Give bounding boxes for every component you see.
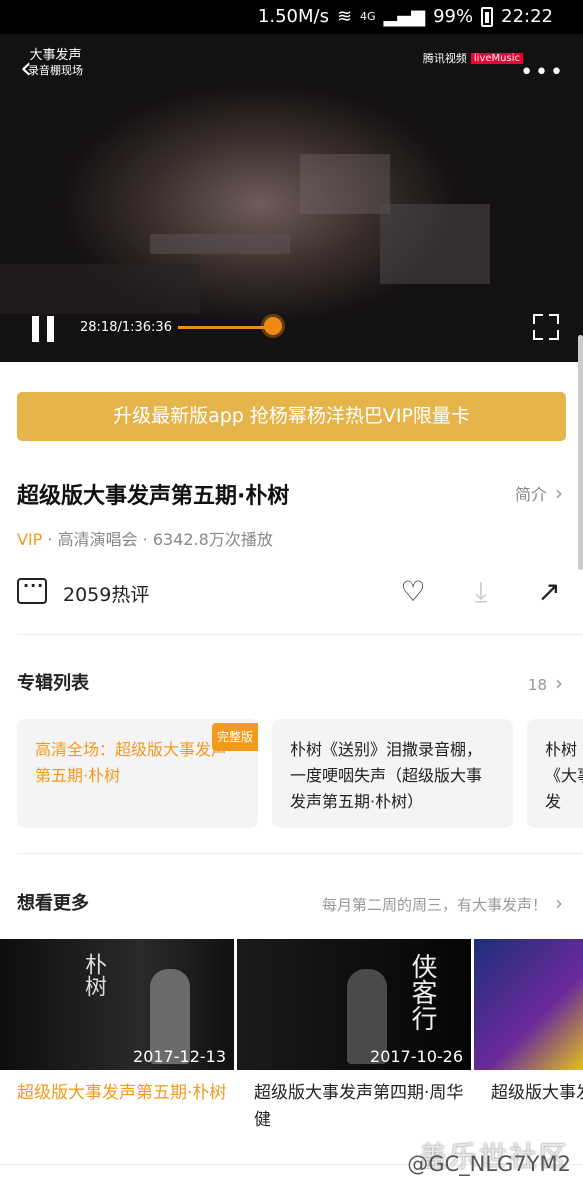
recommend-thumbnail: 侠客行 2017-10-26 xyxy=(237,939,471,1070)
intro-link[interactable]: 简介 › xyxy=(515,481,563,505)
watermark-user: @GC_NLG7YM2 xyxy=(407,1152,571,1176)
album-item-1[interactable]: 完整版 高清全场：超级版大事发声第五期·朴树 xyxy=(17,719,258,828)
video-title: 超级版大事发声第五期·朴树 xyxy=(17,484,290,509)
recommend-date: 2017-10-26 xyxy=(370,1047,463,1066)
battery-percent: 99% xyxy=(433,6,474,27)
chevron-right-icon: › xyxy=(555,671,563,695)
scrollbar[interactable] xyxy=(578,335,583,570)
album-count-link[interactable]: 18 › xyxy=(528,671,563,695)
intro-label: 简介 xyxy=(514,485,547,504)
action-row: 2059热评 ♡ ⤓ ↗ xyxy=(17,574,566,614)
more-sub-link[interactable]: 每月第二周的周三，有大事发声！ › xyxy=(322,891,563,915)
recommend-title: 超级版大事发 xyxy=(491,1083,583,1103)
wifi-icon: ≋ xyxy=(336,6,353,27)
show-logo-name: 大事发声 xyxy=(29,48,82,63)
album-item-title: 朴树《送别》泪撒录音棚，一度哽咽失声（超级版大事发声第五期·朴树） xyxy=(290,740,483,811)
fullscreen-icon[interactable] xyxy=(533,314,559,340)
album-item-2[interactable]: 朴树《送别》泪撒录音棚，一度哽咽失声（超级版大事发声第五期·朴树） xyxy=(272,719,513,828)
network-type: 4G xyxy=(360,10,376,23)
favorite-add-icon[interactable]: ♡ xyxy=(395,574,431,610)
divider xyxy=(17,853,583,854)
signal-icon: ▂▄▆ xyxy=(383,6,426,27)
album-count: 18 xyxy=(527,676,547,694)
brand-logo: 腾讯视频 liveMusic xyxy=(423,50,523,66)
album-list-title: 专辑列表 xyxy=(17,673,89,694)
album-item-title: 朴树《大事发 xyxy=(545,740,583,811)
more-subtitle: 每月第二周的周三，有大事发声！ xyxy=(321,896,547,914)
album-item-title: 高清全场：超级版大事发声第五期·朴树 xyxy=(35,740,228,785)
recommend-title: 超级版大事发声第五期·朴树 xyxy=(17,1083,227,1103)
album-item-3[interactable]: 朴树《大事发 xyxy=(527,719,583,828)
comment-icon[interactable] xyxy=(17,576,47,604)
share-icon[interactable]: ↗ xyxy=(531,574,567,610)
chevron-right-icon: › xyxy=(555,481,563,505)
download-icon[interactable]: ⤓ xyxy=(463,574,499,610)
meta-info: · 高清演唱会 · 6342.8万次播放 xyxy=(42,530,273,549)
brand-live: liveMusic xyxy=(470,52,523,64)
battery-icon xyxy=(481,6,494,27)
more-title: 想看更多 xyxy=(17,893,89,914)
video-meta: VIP · 高清演唱会 · 6342.8万次播放 xyxy=(17,526,273,550)
recommend-date: 2017-12-13 xyxy=(133,1047,226,1066)
show-logo-sub: 录音棚现场 xyxy=(28,64,83,77)
recommend-item-2[interactable]: 侠客行 2017-10-26 超级版大事发声第四期·周华健 xyxy=(237,939,474,1134)
divider xyxy=(17,634,583,635)
recommend-thumbnail xyxy=(474,939,583,1070)
vip-tag: VIP xyxy=(17,530,43,549)
vip-promo-banner[interactable]: 升级最新版app 抢杨幂杨洋热巴VIP限量卡 xyxy=(17,392,566,441)
comment-count[interactable]: 2059热评 xyxy=(63,580,149,607)
chevron-right-icon: › xyxy=(555,891,563,915)
brand-name: 腾讯视频 xyxy=(422,52,467,65)
more-options-icon[interactable]: ••• xyxy=(520,60,565,85)
pause-icon[interactable] xyxy=(30,316,56,342)
video-player[interactable]: ‹ 大事发声 录音棚现场 腾讯视频 liveMusic ••• 28:18/1:… xyxy=(0,34,583,362)
progress-bar[interactable] xyxy=(178,326,274,329)
recommend-title: 超级版大事发声第四期·周华健 xyxy=(254,1083,464,1130)
thumbnail-text: 侠客行 xyxy=(407,953,437,1031)
recommend-item-3[interactable]: 超级版大事发 xyxy=(474,939,583,1107)
network-speed: 1.50M/s xyxy=(257,6,329,27)
status-bar: 1.50M/s ≋ 4G ▂▄▆ 99% 22:22 xyxy=(0,0,583,34)
clock: 22:22 xyxy=(501,6,553,27)
thumbnail-text: 朴树 xyxy=(81,953,106,997)
recommend-thumbnail: 朴树 2017-12-13 xyxy=(0,939,234,1070)
progress-handle[interactable] xyxy=(264,317,282,335)
show-logo: 大事发声 录音棚现场 xyxy=(28,48,83,78)
playback-time: 28:18/1:36:36 xyxy=(80,320,172,335)
recommend-item-1[interactable]: 朴树 2017-12-13 超级版大事发声第五期·朴树 xyxy=(0,939,237,1107)
full-version-badge: 完整版 xyxy=(211,723,258,751)
